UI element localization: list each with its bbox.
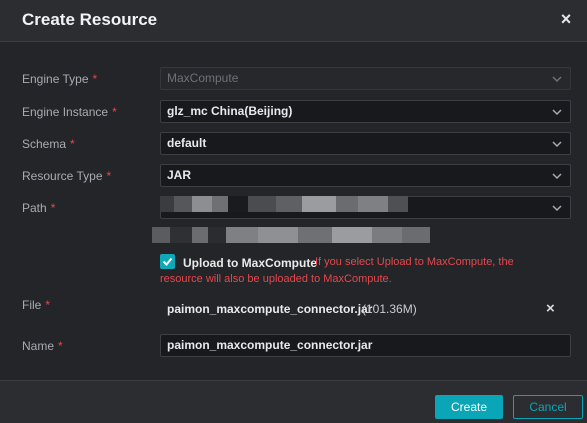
file-name: paimon_maxcompute_connector.jar: [167, 302, 373, 316]
engine-type-label: Engine Type *: [22, 72, 97, 86]
dialog-header: Create Resource ×: [0, 0, 587, 42]
engine-instance-label: Engine Instance *: [22, 105, 117, 119]
chevron-down-icon: [552, 107, 562, 117]
resource-type-select[interactable]: JAR: [160, 164, 571, 187]
engine-instance-value: glz_mc China(Beijing): [167, 104, 293, 118]
required-marker: *: [58, 339, 63, 353]
resource-type-value: JAR: [167, 168, 192, 182]
upload-hint-line2: resource will also be uploaded to MaxCom…: [160, 273, 392, 285]
resource-type-label: Resource Type *: [22, 169, 111, 183]
remove-file-icon[interactable]: ×: [546, 300, 555, 317]
path-redacted-subvalue: [152, 227, 430, 243]
schema-label: Schema *: [22, 137, 75, 151]
file-label-text: File: [22, 298, 42, 312]
file-label: File *: [22, 298, 50, 312]
chevron-down-icon: [552, 139, 562, 149]
engine-type-select: MaxCompute: [160, 67, 571, 90]
cancel-button[interactable]: Cancel: [513, 395, 583, 419]
upload-hint-line1: If you select Upload to MaxCompute, the: [315, 256, 514, 268]
required-marker: *: [112, 105, 117, 119]
name-label: Name *: [22, 339, 63, 353]
engine-instance-select[interactable]: glz_mc China(Beijing): [160, 100, 571, 123]
required-marker: *: [45, 298, 51, 312]
path-label: Path *: [22, 201, 55, 215]
required-marker: *: [106, 169, 112, 183]
chevron-down-icon: [552, 74, 562, 84]
path-label-text: Path: [22, 201, 47, 215]
schema-select[interactable]: default: [160, 132, 571, 155]
name-input[interactable]: paimon_maxcompute_connector.jar: [160, 334, 571, 357]
required-marker: *: [50, 201, 56, 215]
required-marker: *: [70, 137, 75, 151]
close-icon[interactable]: ×: [555, 8, 577, 30]
chevron-down-icon: [552, 203, 562, 213]
create-resource-dialog: Create Resource × Engine Type * MaxComput…: [0, 0, 587, 423]
upload-checkbox[interactable]: [160, 254, 175, 269]
chevron-down-icon: [552, 171, 562, 181]
resource-type-label-text: Resource Type: [22, 169, 103, 183]
required-marker: *: [92, 72, 98, 86]
path-redacted-value: [160, 196, 408, 212]
engine-type-label-text: Engine Type: [22, 72, 89, 86]
schema-label-text: Schema: [22, 137, 67, 151]
upload-label[interactable]: Upload to MaxCompute: [183, 256, 317, 270]
name-input-value: paimon_maxcompute_connector.jar: [167, 338, 373, 352]
dialog-title: Create Resource: [22, 10, 158, 29]
engine-type-value: MaxCompute: [167, 71, 239, 85]
schema-value: default: [167, 136, 207, 150]
name-label-text: Name: [22, 339, 55, 353]
file-size: (101.36M): [362, 302, 417, 316]
engine-instance-label-text: Engine Instance: [22, 105, 109, 119]
create-button[interactable]: Create: [435, 395, 503, 419]
